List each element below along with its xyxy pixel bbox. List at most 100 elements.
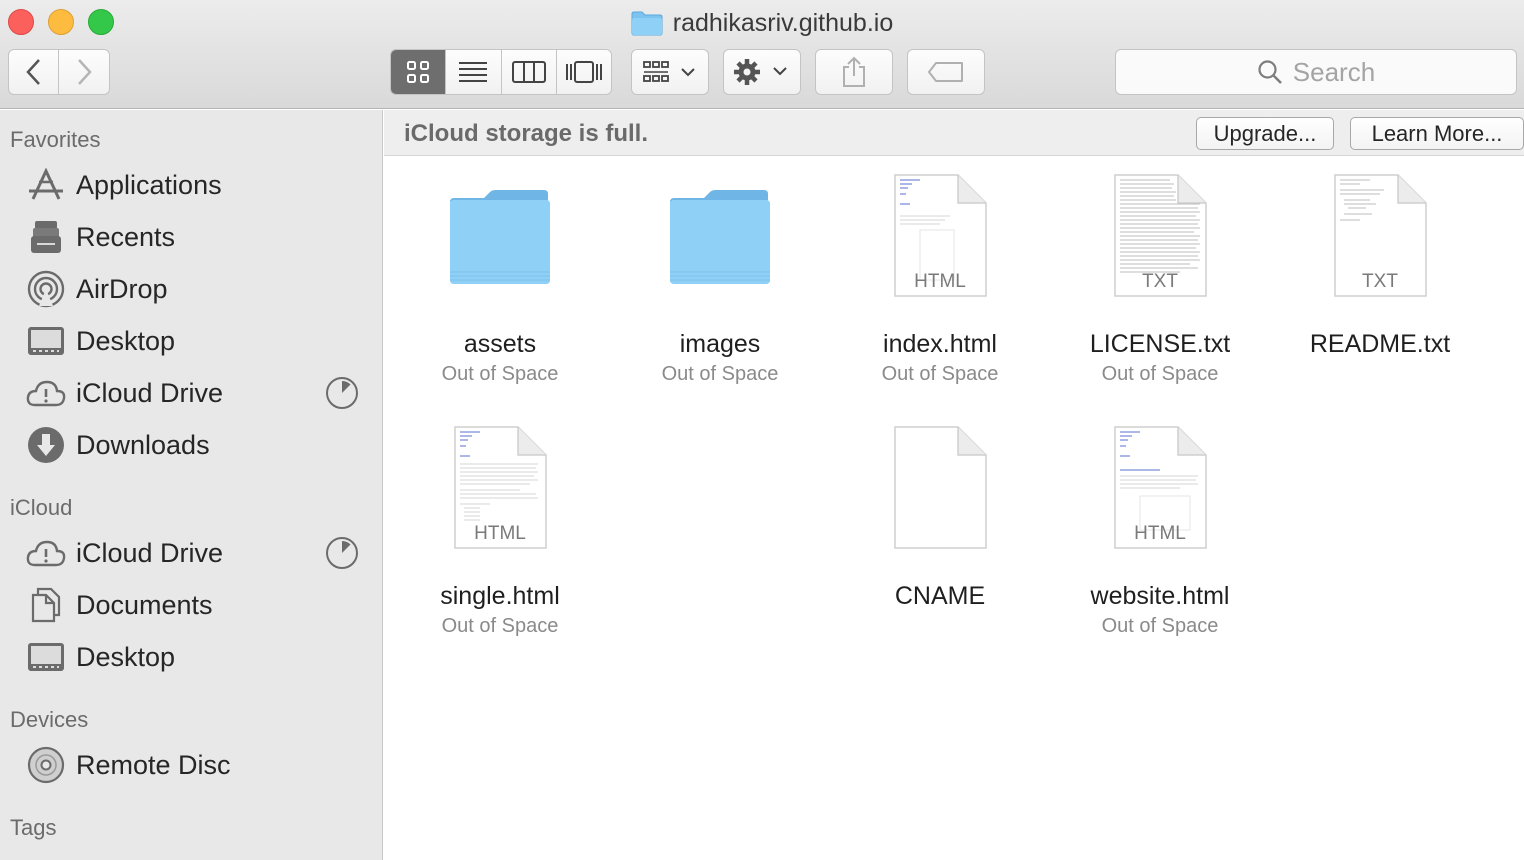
back-button[interactable] — [8, 49, 59, 95]
folder-icon — [450, 190, 550, 284]
file-item[interactable]: TXT README.txt — [1280, 172, 1480, 412]
sidebar-item-remote-disc[interactable]: Remote Disc — [0, 741, 383, 789]
sidebar-item-label: AirDrop — [76, 273, 168, 304]
devices-header: Devices — [10, 707, 89, 732]
search-icon — [1258, 60, 1282, 84]
file-status: Out of Space — [1101, 363, 1219, 385]
file-item[interactable]: assets Out of Space — [400, 172, 600, 412]
window-title-text: radhikasriv.github.io — [672, 8, 894, 37]
icloud-header: iCloud — [10, 495, 73, 520]
window-title: radhikasriv.github.io — [0, 6, 1524, 40]
sidebar-item-label: iCloud Drive — [76, 377, 224, 408]
file-name: index.html — [883, 330, 997, 358]
sidebar-item-icloud-desktop[interactable]: Desktop — [0, 633, 383, 681]
file-item[interactable]: HTML index.html Out of Space — [840, 172, 1040, 412]
file-status: Out of Space — [441, 363, 559, 385]
storage-pie-icon — [326, 377, 358, 409]
icloud-storage-banner: iCloud storage is full. Upgrade... Learn… — [384, 110, 1524, 156]
file-item[interactable]: images Out of Space — [620, 172, 820, 412]
file-name: website.html — [1090, 582, 1230, 610]
search-field[interactable]: Search — [1115, 49, 1517, 95]
sidebar-item-recents[interactable]: Recents — [0, 213, 383, 261]
file-type-label: HTML — [914, 271, 966, 292]
file-item[interactable]: TXT LICENSE.txt Out of Space — [1060, 172, 1260, 412]
html-document-icon: HTML — [894, 174, 987, 297]
icloud-warning-icon — [26, 373, 66, 413]
forward-button[interactable] — [59, 49, 110, 95]
sidebar-item-icloud-drive[interactable]: iCloud Drive — [0, 369, 383, 417]
file-item[interactable]: HTML single.html Out of Space — [400, 424, 600, 664]
file-status: Out of Space — [441, 615, 559, 637]
cover-flow-icon — [565, 61, 602, 83]
share-button[interactable] — [815, 49, 893, 95]
sidebar-item-label: Documents — [76, 589, 213, 620]
column-view-button[interactable] — [500, 50, 556, 94]
storage-pie-icon — [326, 537, 358, 569]
sidebar-item-label: Desktop — [76, 641, 176, 672]
learn-more-button[interactable]: Learn More... — [1350, 117, 1524, 150]
file-type-label: HTML — [474, 523, 526, 544]
icon-view-button[interactable] — [391, 50, 446, 94]
folder-icon — [631, 11, 663, 36]
sidebar-item-icloud-drive[interactable]: iCloud Drive — [0, 529, 383, 577]
share-icon — [843, 56, 865, 87]
sidebar-item-label: Downloads — [76, 429, 210, 460]
file-type-label: TXT — [1362, 271, 1398, 292]
file-type-label: TXT — [1142, 271, 1178, 292]
file-item[interactable]: HTML website.html Out of Space — [1060, 424, 1260, 664]
file-name: README.txt — [1309, 330, 1451, 358]
sidebar-item-downloads[interactable]: Downloads — [0, 421, 383, 469]
tags-header: Tags — [10, 815, 57, 840]
recents-icon — [26, 217, 66, 257]
list-icon — [459, 62, 488, 82]
file-name: images — [679, 330, 761, 358]
file-name: CNAME — [894, 582, 986, 610]
file-status: Out of Space — [881, 363, 999, 385]
file-type-label: HTML — [1134, 523, 1186, 544]
file-name: LICENSE.txt — [1089, 330, 1231, 358]
disc-icon — [26, 745, 66, 785]
sidebar-item-airdrop[interactable]: AirDrop — [0, 265, 383, 313]
chevron-right-icon — [78, 59, 92, 85]
file-item[interactable]: CNAME — [840, 424, 1040, 664]
view-mode-control — [390, 49, 612, 95]
folder-icon — [670, 190, 770, 284]
html-document-icon: HTML — [1114, 426, 1207, 549]
desktop-icon — [26, 321, 66, 361]
text-document-icon: TXT — [1114, 174, 1207, 297]
file-status: Out of Space — [661, 363, 779, 385]
sidebar-item-label: Remote Disc — [76, 749, 231, 780]
applications-icon — [26, 165, 66, 205]
icloud-warning-icon — [26, 533, 66, 573]
html-document-icon: HTML — [454, 426, 547, 549]
sidebar-item-label: iCloud Drive — [76, 537, 224, 568]
window-toolbar: radhikasriv.github.io Search — [0, 0, 1524, 109]
sidebar-item-applications[interactable]: Applications — [0, 161, 383, 209]
chevron-left-icon — [25, 59, 40, 85]
search-placeholder: Search — [1292, 56, 1376, 87]
airdrop-icon — [26, 269, 66, 309]
sidebar-item-label: Recents — [76, 221, 176, 252]
tag-icon — [928, 62, 963, 82]
sidebar-item-desktop[interactable]: Desktop — [0, 317, 383, 365]
text-document-icon: TXT — [1334, 174, 1427, 297]
action-menu-button[interactable] — [723, 49, 801, 95]
desktop-icon — [26, 637, 66, 677]
group-by-button[interactable] — [631, 49, 709, 95]
downloads-icon — [26, 425, 66, 465]
upgrade-button[interactable]: Upgrade... — [1196, 117, 1334, 150]
favorites-header: Favorites — [10, 127, 101, 152]
blank-document-icon — [894, 426, 987, 549]
edit-tags-button[interactable] — [907, 49, 985, 95]
documents-icon — [26, 585, 66, 625]
file-name: assets — [463, 330, 537, 358]
sidebar-item-documents[interactable]: Documents — [0, 581, 383, 629]
list-view-button[interactable] — [445, 50, 501, 94]
file-icon-grid: assets Out of Space images Out of Space … — [384, 157, 1524, 860]
sidebar-item-label: Desktop — [76, 325, 176, 356]
file-status: Out of Space — [1101, 615, 1219, 637]
file-name: single.html — [440, 582, 560, 610]
columns-icon — [511, 61, 546, 83]
group-icon — [643, 61, 695, 82]
gallery-view-button[interactable] — [555, 50, 611, 94]
